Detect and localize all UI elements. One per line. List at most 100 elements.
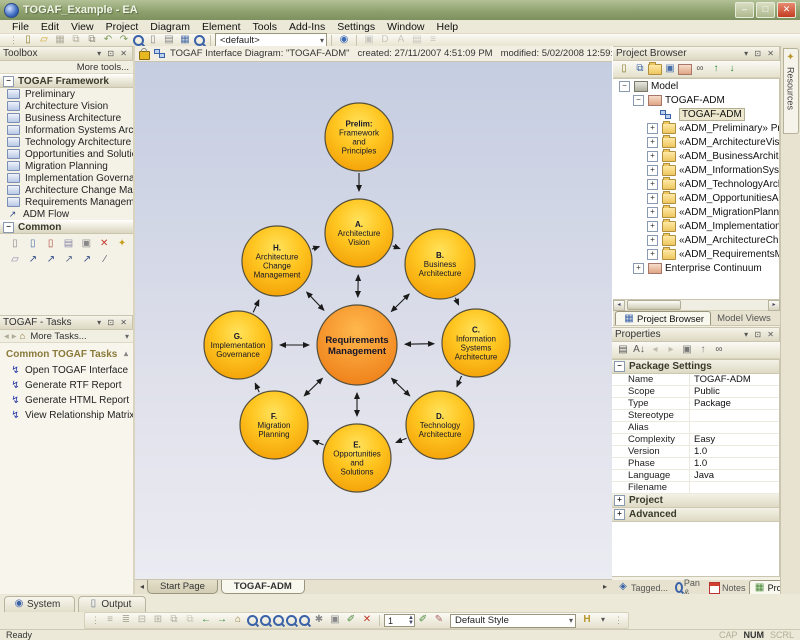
property-row-stereotype[interactable]: Stereotype <box>612 410 779 422</box>
tab-start-page[interactable]: Start Page <box>147 580 218 594</box>
close-icon[interactable]: ✕ <box>767 330 776 339</box>
save-icon[interactable]: ▦ <box>53 34 67 47</box>
collapse-icon[interactable]: − <box>3 76 14 87</box>
adm-node-a-architecture-vision[interactable]: A.ArchitectureVision <box>325 199 393 267</box>
collapse-icon[interactable]: ⊟ <box>135 614 149 627</box>
togaf-framework-header[interactable]: − TOGAF Framework <box>0 74 133 88</box>
adm-spoke-connector[interactable] <box>391 294 409 311</box>
toolbox-item-preliminary[interactable]: Preliminary <box>0 88 133 100</box>
expand-icon[interactable]: + <box>647 151 658 162</box>
menu-tools[interactable]: Tools <box>247 21 284 33</box>
tree-item-adm-requirementsmanagement-requirements[interactable]: +«ADM_RequirementsManagement» Requiremen… <box>613 247 779 261</box>
redo-icon[interactable]: ↷ <box>117 34 131 47</box>
collapse-icon[interactable]: − <box>614 361 625 372</box>
delete-icon[interactable]: ✕ <box>96 238 112 251</box>
delete-icon[interactable]: ✕ <box>360 614 374 627</box>
adm-ring-connector[interactable] <box>393 246 400 249</box>
property-row-filename[interactable]: Filename <box>612 482 779 494</box>
scroll-right-icon[interactable]: ▸ <box>768 300 780 311</box>
adm-node-e-opportunities-and-solutions[interactable]: E.OpportunitiesandSolutions <box>323 424 391 492</box>
layers-icon[interactable]: ⧉ <box>633 63 647 76</box>
tab-scroll-left-icon[interactable]: ◂ <box>137 580 147 594</box>
restore-button[interactable]: □ <box>756 2 775 18</box>
common-header[interactable]: − Common <box>0 220 133 234</box>
copy-icon[interactable]: ⧉ <box>69 34 83 47</box>
chevron-down-icon[interactable]: ▾ <box>744 330 750 339</box>
task-view-relationship-matrix[interactable]: ↯View Relationship Matrix <box>0 408 133 423</box>
tree-item-adm-architecturechangemanagement-phase-h[interactable]: +«ADM_ArchitectureChangeManagement» Phas… <box>613 233 779 247</box>
adm-node-g-implementation-governance[interactable]: G.ImplementationGovernance <box>204 311 272 379</box>
categorized-icon[interactable]: ▤ <box>616 344 630 357</box>
collapse-icon[interactable]: − <box>633 95 644 106</box>
toolbox-item-business-architecture[interactable]: Business Architecture <box>0 112 133 124</box>
move-up-icon[interactable]: ↑ <box>709 63 723 76</box>
indent-icon[interactable]: ≣ <box>119 614 133 627</box>
highlighter-icon[interactable]: H <box>580 614 594 627</box>
document-alt-icon[interactable]: ▯ <box>25 238 41 251</box>
zoom-normal-icon[interactable] <box>273 615 284 626</box>
forward-icon[interactable]: → <box>215 614 229 627</box>
expand-icon[interactable]: + <box>647 221 658 232</box>
text-icon[interactable]: A <box>394 34 408 47</box>
package-settings-group[interactable]: − Package Settings <box>612 360 779 374</box>
tree-item-model[interactable]: −Model <box>613 79 779 93</box>
tab-output[interactable]: ▯ Output <box>78 596 146 612</box>
tab-project-browser[interactable]: ▦ Project Browser <box>615 311 711 325</box>
adm-ring-connector[interactable] <box>313 441 324 445</box>
unlink-icon[interactable]: ⧉ <box>183 614 197 627</box>
tab-notes[interactable]: Notes <box>706 580 749 594</box>
document-edit-icon[interactable]: ▯ <box>43 238 59 251</box>
advanced-group[interactable]: + Advanced <box>612 508 779 522</box>
chevron-down-icon[interactable]: ▾ <box>125 332 129 341</box>
paste-icon[interactable]: ⧉ <box>85 34 99 47</box>
table-icon[interactable]: ▤ <box>410 34 424 47</box>
alphabetical-icon[interactable]: A↓ <box>632 344 646 357</box>
information-flow-icon[interactable]: ↗ <box>79 254 95 267</box>
expand-icon[interactable]: + <box>647 207 658 218</box>
tree-item-adm-technologyarchitecture-phase-d[interactable]: +«ADM_TechnologyArchitecture» Phase D <box>613 177 779 191</box>
diagram-ref-icon[interactable]: D <box>378 34 392 47</box>
zoom-fit-icon[interactable] <box>286 615 297 626</box>
tree-item-adm-implementationgovernance-phase-g[interactable]: +«ADM_ImplementationGovernance» Phase G <box>613 219 779 233</box>
expand-icon[interactable]: + <box>647 235 658 246</box>
more-tools-link[interactable]: More tools... <box>77 62 129 73</box>
grid-icon[interactable]: ▦ <box>178 34 192 47</box>
pin-icon[interactable]: ⊡ <box>754 330 763 339</box>
menu-element[interactable]: Element <box>196 21 247 33</box>
property-row-type[interactable]: TypePackage <box>612 398 779 410</box>
print-icon[interactable]: ▤ <box>162 34 176 47</box>
adm-ring-connector[interactable] <box>255 383 259 392</box>
zoom-out-icon[interactable] <box>260 615 271 626</box>
tree-item-enterprise-continuum[interactable]: +Enterprise Continuum <box>613 261 779 275</box>
toolbox-item-migration-planning[interactable]: Migration Planning <box>0 160 133 172</box>
new-icon[interactable]: ▯ <box>21 34 35 47</box>
toolbox-item-requirements-management[interactable]: Requirements Management <box>0 196 133 208</box>
adm-node-prelim-framework-and-principles[interactable]: Prelim:FrameworkandPrinciples <box>325 103 393 171</box>
property-row-phase[interactable]: Phase1.0 <box>612 458 779 470</box>
menu-window[interactable]: Window <box>381 21 430 33</box>
expand-icon[interactable]: + <box>647 179 658 190</box>
note-icon[interactable]: ▤ <box>61 238 77 251</box>
tree-horizontal-scrollbar[interactable]: ◂ ▸ <box>613 300 780 311</box>
tab-pan-zoom[interactable]: Pan & ... <box>671 580 706 594</box>
link-icon[interactable]: ⧉ <box>167 614 181 627</box>
adm-node-f-migration-planning[interactable]: F.MigrationPlanning <box>240 391 308 459</box>
menu-edit[interactable]: Edit <box>35 21 65 33</box>
adm-spoke-connector[interactable] <box>392 378 410 396</box>
adm-node-b-business-architecture[interactable]: B.BusinessArchitecture <box>405 229 475 299</box>
toolbar-grip[interactable]: ⋮ <box>9 35 17 46</box>
document-icon[interactable]: ▯ <box>7 238 23 251</box>
open-icon[interactable]: ▱ <box>37 34 51 47</box>
undo-icon[interactable]: ↶ <box>101 34 115 47</box>
task-generate-rtf-report[interactable]: ↯Generate RTF Report <box>0 378 133 393</box>
search-icon[interactable] <box>133 35 144 46</box>
format-icon[interactable]: ✐ <box>344 614 358 627</box>
adm-node-c-information-systems-architecture[interactable]: C.InformationSystemsArchitecture <box>442 309 510 377</box>
image-icon[interactable]: ▣ <box>362 34 376 47</box>
tree-item-adm-opportunitiesandsolutions-phase-e[interactable]: +«ADM_OpportunitiesAndSolutions» Phase E <box>613 191 779 205</box>
chevron-down-icon[interactable]: ▾ <box>97 318 103 327</box>
image-icon[interactable]: ▣ <box>328 614 342 627</box>
property-row-version[interactable]: Version1.0 <box>612 446 779 458</box>
tree-item-togaf-adm[interactable]: −TOGAF-ADM <box>613 93 779 107</box>
home-icon[interactable]: ⌂ <box>231 614 245 627</box>
